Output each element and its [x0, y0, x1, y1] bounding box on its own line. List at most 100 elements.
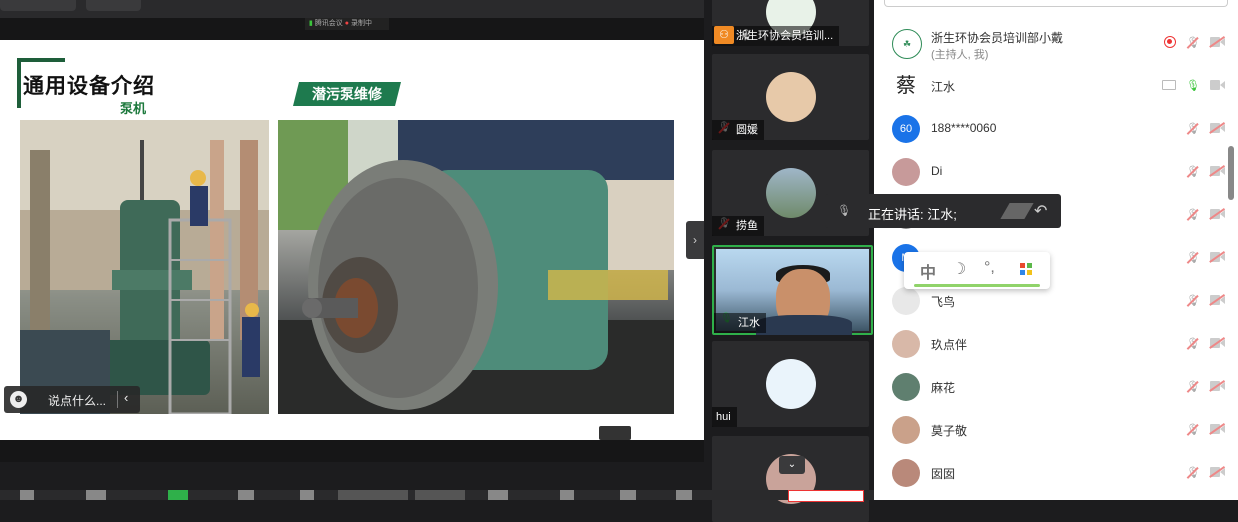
- speaking-indicator: 🎙 正在讲话: 江水; ↶: [825, 194, 1061, 228]
- avatar: [892, 158, 920, 186]
- view-toggle-button[interactable]: [599, 426, 631, 440]
- recording-label: 录制中: [350, 20, 372, 27]
- security-icon[interactable]: [238, 490, 254, 500]
- ime-toolbar[interactable]: 中 ☽ °,: [904, 252, 1050, 289]
- recording-pill: ▮ 腾讯会议 ● 录制中: [305, 18, 389, 30]
- participant-name: 囡囡: [931, 467, 956, 481]
- avatar: 蔡: [896, 75, 916, 97]
- mic-muted-icon[interactable]: 🎙: [1186, 380, 1200, 394]
- grid-icon[interactable]: [1020, 263, 1032, 275]
- camera-icon[interactable]: [86, 490, 106, 500]
- mic-muted-icon[interactable]: 🎙: [1186, 466, 1200, 480]
- participant-row[interactable]: ☘ 浙生环协会员培训部小戴 (主持人, 我) 🎙: [874, 22, 1238, 65]
- chat-placeholder[interactable]: 说点什么...: [48, 392, 106, 409]
- mic-muted-icon[interactable]: 🎙: [1186, 251, 1200, 265]
- host-badge-icon: ⚇: [714, 26, 734, 44]
- avatar: ☘: [892, 29, 922, 59]
- mic-muted-icon[interactable]: 🎙: [1186, 294, 1200, 308]
- participant-row[interactable]: 蔡 江水 🎙: [874, 65, 1238, 108]
- camera-off-icon[interactable]: [1210, 79, 1226, 91]
- end-meeting-button[interactable]: [788, 490, 864, 502]
- video-tile-active[interactable]: 🎙 江水: [712, 245, 873, 335]
- participant-name: 玖点伴: [931, 338, 968, 352]
- record-icon[interactable]: [560, 490, 574, 500]
- avatar: [892, 416, 920, 444]
- mic-muted-icon: 🎙: [740, 30, 753, 41]
- toolbar-item-highlight[interactable]: [338, 490, 408, 500]
- avatar: 60: [892, 115, 920, 143]
- moon-icon[interactable]: ☽: [952, 259, 966, 279]
- avatar: [765, 359, 816, 409]
- record-dot-icon: ●: [344, 20, 349, 27]
- share-screen-icon[interactable]: [168, 490, 188, 500]
- speaking-label: 正在讲话: 江水;: [868, 207, 957, 222]
- participant-name: 188****0060: [931, 121, 997, 135]
- video-column: 浙生环协会员培训... ⚇ 🎙 🎙 圆媛 🎙 捞鱼 🎙 江水 hui: [704, 0, 874, 522]
- members-icon[interactable]: [300, 490, 314, 500]
- video-tile[interactable]: 🎙 圆媛: [712, 54, 869, 140]
- section-banner-text: 潜污泵维修: [312, 86, 382, 102]
- avatar: [892, 373, 920, 401]
- avatar: [892, 287, 920, 315]
- video-tile-name: 捞鱼: [712, 216, 764, 236]
- collapse-panel-chevron-icon[interactable]: ›: [686, 221, 704, 259]
- avatar: [765, 168, 816, 218]
- avatar: [892, 330, 920, 358]
- window-controls[interactable]: [86, 0, 141, 11]
- ime-lang-toggle[interactable]: 中: [920, 259, 936, 283]
- participant-row[interactable]: 60 188****0060 🎙: [874, 108, 1238, 151]
- participant-name: 江水: [931, 80, 956, 94]
- participant-row[interactable]: Di 🎙: [874, 151, 1238, 194]
- signal-icon: ▮: [309, 20, 313, 27]
- bottom-toolbar: [0, 490, 874, 502]
- participant-row[interactable]: 莫子敬 🎙: [874, 409, 1238, 452]
- toolbar-item[interactable]: [415, 490, 465, 500]
- participant-row[interactable]: 麻花 🎙: [874, 366, 1238, 409]
- avatar: [765, 72, 816, 122]
- mic-muted-icon[interactable]: 🎙: [1186, 122, 1200, 136]
- participant-name: 浙生环协会员培训部小戴: [931, 31, 1064, 45]
- participant-role: (主持人, 我): [931, 49, 989, 61]
- undo-arrow-icon[interactable]: ↶: [1034, 201, 1047, 221]
- emoji-icon[interactable]: ☻: [10, 391, 27, 408]
- chevron-left-icon[interactable]: ‹: [124, 390, 128, 405]
- mic-muted-icon[interactable]: 🎙: [1186, 423, 1200, 437]
- slide-subtitle: 泵机: [120, 101, 147, 116]
- video-tile[interactable]: 浙生环协会员培训...: [712, 0, 869, 46]
- chat-divider: [117, 391, 118, 408]
- mic-muted-icon[interactable]: 🎙: [1186, 337, 1200, 351]
- video-tile-name: hui: [712, 407, 737, 427]
- chat-icon[interactable]: [488, 490, 508, 500]
- participant-name: 莫子敬: [931, 424, 968, 438]
- mic-on-icon[interactable]: 🎙: [1186, 79, 1200, 93]
- chat-input-box[interactable]: ☻ 说点什么... ‹: [4, 386, 140, 413]
- slide-bottom-strip: [0, 440, 704, 462]
- photo-pump-motor: [278, 120, 674, 414]
- recording-status-button[interactable]: [0, 0, 76, 11]
- punctuation-icon[interactable]: °,: [984, 259, 995, 277]
- photo-pump-installation: [20, 120, 269, 414]
- recording-icon: [1164, 36, 1176, 48]
- video-tile[interactable]: hui: [712, 341, 869, 427]
- mic-muted-icon[interactable]: 🎙: [1186, 165, 1200, 179]
- ime-underline: [914, 284, 1040, 287]
- chevron-down-icon[interactable]: ⌄: [779, 456, 805, 474]
- participant-list-scrollbar[interactable]: [1228, 146, 1234, 200]
- section-banner: 潜污泵维修: [293, 82, 401, 106]
- video-tile-name: 江水: [714, 313, 766, 333]
- video-tile-name: 圆媛: [712, 120, 764, 140]
- speaker-wave-icon: [1000, 203, 1034, 219]
- participant-search-input[interactable]: [884, 0, 1228, 7]
- participant-row[interactable]: 囡囡 🎙: [874, 452, 1238, 495]
- participant-name: 飞鸟: [931, 295, 956, 309]
- mic-muted-icon[interactable]: 🎙: [1186, 36, 1200, 50]
- settings-icon[interactable]: [676, 490, 692, 500]
- apps-icon[interactable]: [620, 490, 636, 500]
- participant-row[interactable]: 玖点伴 🎙: [874, 323, 1238, 366]
- mic-muted-icon[interactable]: 🎙: [1186, 208, 1200, 222]
- avatar: [892, 459, 920, 487]
- mic-icon[interactable]: [20, 490, 34, 500]
- screen-share-icon: [1162, 80, 1176, 90]
- slide-title: 通用设备介绍: [23, 75, 155, 98]
- video-tile[interactable]: [712, 436, 869, 522]
